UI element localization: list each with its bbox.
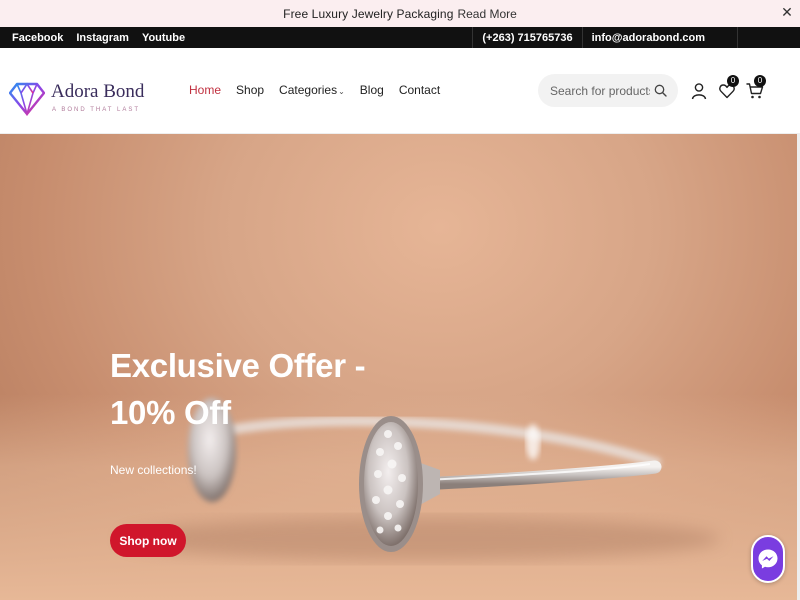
cart-count-badge: 0 xyxy=(754,75,766,87)
search-icon[interactable] xyxy=(654,84,667,97)
youtube-link[interactable]: Youtube xyxy=(142,32,185,44)
shop-now-button[interactable]: Shop now xyxy=(110,524,186,557)
brand-name[interactable]: Adora Bond xyxy=(51,81,144,103)
wishlist-count-badge: 0 xyxy=(727,75,739,87)
nav-contact[interactable]: Contact xyxy=(399,83,440,97)
instagram-link[interactable]: Instagram xyxy=(76,32,129,44)
social-links: Facebook Instagram Youtube xyxy=(12,27,185,48)
main-nav: Home Shop Categories⌄ Blog Contact xyxy=(189,83,440,97)
nav-home[interactable]: Home xyxy=(189,83,221,97)
messenger-button[interactable] xyxy=(751,535,785,583)
brand-tagline: A BOND THAT LAST xyxy=(52,107,141,113)
nav-blog[interactable]: Blog xyxy=(360,83,384,97)
hero-title: Exclusive Offer - 10% Off xyxy=(110,342,370,436)
announcement-bar: Free Luxury Jewelry Packaging Read More … xyxy=(0,0,800,27)
nav-categories-label: Categories xyxy=(279,83,338,97)
announcement-text: Free Luxury Jewelry Packaging xyxy=(283,6,454,21)
contact-info: (+263) 715765736 info@adorabond.com xyxy=(472,27,714,48)
diamond-icon[interactable] xyxy=(9,80,45,116)
chevron-down-icon: ⌄ xyxy=(338,87,345,96)
hero-banner: Exclusive Offer - 10% Off New collection… xyxy=(0,134,800,600)
search-input[interactable] xyxy=(550,82,650,99)
user-icon[interactable] xyxy=(690,82,708,100)
hero-title-line-1: Exclusive Offer - xyxy=(110,347,366,384)
hero-subtitle: New collections! xyxy=(110,463,197,477)
search-box xyxy=(538,74,678,107)
nav-shop[interactable]: Shop xyxy=(236,83,264,97)
site-header: Adora Bond A BOND THAT LAST Home Shop Ca… xyxy=(0,48,800,134)
messenger-icon xyxy=(758,549,778,569)
divider xyxy=(737,27,738,48)
hero-title-line-2: 10% Off xyxy=(110,394,231,431)
top-bar: Facebook Instagram Youtube (+263) 715765… xyxy=(0,27,800,48)
facebook-link[interactable]: Facebook xyxy=(12,32,63,44)
close-icon[interactable]: ✕ xyxy=(780,6,794,20)
phone-number[interactable]: (+263) 715765736 xyxy=(473,32,581,44)
read-more-link[interactable]: Read More xyxy=(457,7,516,21)
nav-categories[interactable]: Categories⌄ xyxy=(279,83,345,97)
email-address[interactable]: info@adorabond.com xyxy=(583,32,714,44)
